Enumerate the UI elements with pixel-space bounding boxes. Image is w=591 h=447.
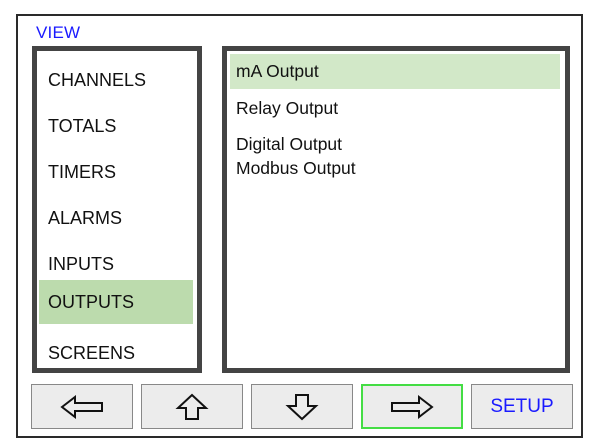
list-item-relay-output[interactable]: Relay Output: [230, 96, 560, 131]
arrow-left-icon: [60, 394, 103, 419]
arrow-right-icon: [391, 394, 434, 419]
menu-item-timers[interactable]: TIMERS: [39, 150, 193, 194]
list-item-ma-output[interactable]: mA Output: [230, 54, 560, 89]
menu-item-alarms[interactable]: ALARMS: [39, 196, 193, 240]
outputs-list: mA Output Relay Output Digital Output Mo…: [222, 46, 570, 373]
right-button[interactable]: [361, 384, 463, 429]
menu-item-screens[interactable]: SCREENS: [39, 331, 193, 375]
setup-button[interactable]: SETUP: [471, 384, 573, 429]
menu-item-outputs[interactable]: OUTPUTS: [39, 280, 193, 324]
up-button[interactable]: [141, 384, 243, 429]
category-menu: CHANNELS TOTALS TIMERS ALARMS INPUTS OUT…: [32, 46, 202, 373]
menu-item-totals[interactable]: TOTALS: [39, 104, 193, 148]
arrow-up-icon: [175, 393, 209, 420]
left-button[interactable]: [31, 384, 133, 429]
list-item-modbus-output[interactable]: Modbus Output: [230, 156, 560, 191]
view-title: VIEW: [36, 23, 81, 42]
setup-button-label: SETUP: [490, 395, 554, 417]
menu-item-channels[interactable]: CHANNELS: [39, 58, 193, 102]
down-button[interactable]: [251, 384, 353, 429]
arrow-down-icon: [285, 393, 319, 420]
